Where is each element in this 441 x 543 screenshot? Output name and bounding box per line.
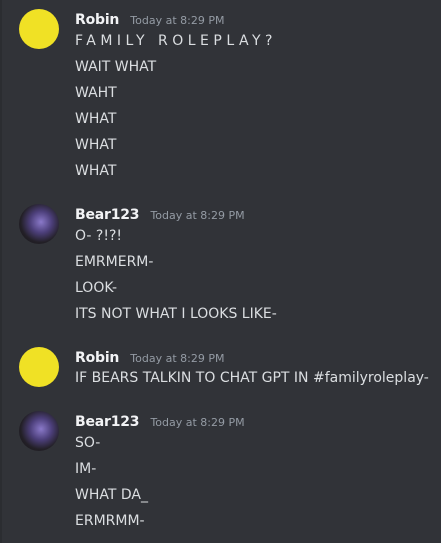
message-header: Robin Today at 8:29 PM	[75, 347, 224, 369]
timestamp: Today at 8:29 PM	[150, 209, 245, 222]
avatar[interactable]	[19, 204, 59, 244]
timestamp: Today at 8:29 PM	[130, 352, 225, 365]
message-text: SO-	[75, 435, 101, 451]
chat-message-list[interactable]: Robin Today at 8:29 PM FAMILY ROLEPLAY? …	[0, 0, 441, 543]
username[interactable]: Robin	[75, 348, 119, 368]
message-header: Bear123 Today at 8:29 PM	[75, 204, 245, 226]
username[interactable]: Bear123	[75, 412, 140, 432]
message-text: EMRMERM-	[75, 254, 154, 270]
avatar[interactable]	[19, 9, 59, 49]
message-text: O- ?!?!	[75, 228, 122, 244]
message-header: Bear123 Today at 8:29 PM	[75, 411, 245, 433]
message-text: WHAT DA_	[75, 487, 148, 503]
message-text: FAMILY ROLEPLAY?	[75, 33, 277, 49]
avatar[interactable]	[19, 347, 59, 387]
message-text: WHAT	[75, 137, 117, 153]
username[interactable]: Bear123	[75, 205, 140, 225]
message-text: WHAT	[75, 111, 117, 127]
message-text: LOOK-	[75, 280, 118, 296]
message-text: ERMRMM-	[75, 513, 145, 529]
timestamp: Today at 8:29 PM	[150, 416, 245, 429]
timestamp: Today at 8:29 PM	[130, 14, 225, 27]
avatar[interactable]	[19, 411, 59, 451]
message-text: IF BEARS TALKIN TO CHAT GPT IN #familyro…	[75, 370, 429, 386]
message-header: Robin Today at 8:29 PM	[75, 9, 224, 31]
left-edge	[0, 0, 2, 543]
username[interactable]: Robin	[75, 10, 119, 30]
message-text: WAIT WHAT	[75, 59, 157, 75]
message-text: ITS NOT WHAT I LOOKS LIKE-	[75, 306, 277, 322]
message-text: WAHT	[75, 85, 117, 101]
message-text: IM-	[75, 461, 97, 477]
message-text: WHAT	[75, 163, 117, 179]
